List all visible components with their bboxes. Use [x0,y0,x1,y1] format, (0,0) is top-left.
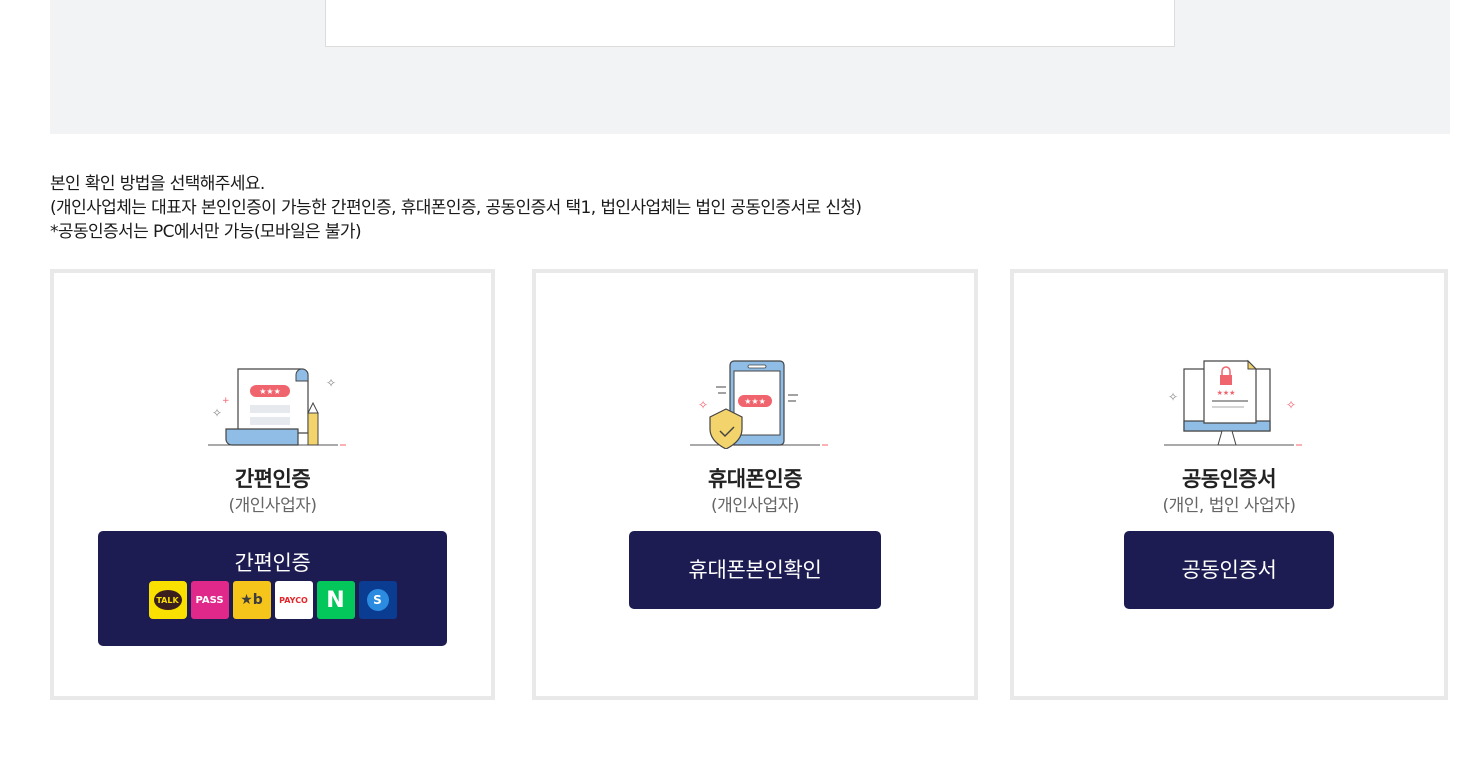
kakaotalk-logo-icon: TALK [148,581,187,619]
card-title: 간편인증 [234,467,311,491]
top-inner-box [325,0,1175,47]
card-certificate-auth: ★★★ ✧ ✧ 공동인증서 (개인, 법인 사업자) 공동인증서 [1010,269,1448,700]
certificate-auth-button[interactable]: 공동인증서 [1124,531,1334,609]
card-phone-auth: ★★★ ✧ 휴대폰인증 (개인사업자) 휴대폰본인확인 [532,269,978,700]
svg-text:✧: ✧ [1168,390,1178,404]
auth-notice: 본인 확인 방법을 선택해주세요. (개인사업체는 대표자 본인인증이 가능한 … [50,172,862,244]
simple-auth-button-label: 간편인증 [234,551,311,575]
simple-auth-button[interactable]: 간편인증 TALK PASS ★b PAYCO N S [98,531,447,646]
phone-auth-button[interactable]: 휴대폰본인확인 [629,531,881,609]
certificate-auth-button-label: 공동인증서 [1181,558,1277,582]
svg-text:+: + [222,396,230,406]
card-title: 공동인증서 [1181,467,1277,491]
card-subtitle: (개인, 법인 사업자) [1162,496,1296,516]
svg-text:★★★: ★★★ [259,387,281,396]
card-subtitle: (개인사업자) [228,496,317,516]
auth-provider-logos: TALK PASS ★b PAYCO N S [98,581,447,619]
svg-text:✧: ✧ [212,406,222,420]
phone-auth-button-label: 휴대폰본인확인 [688,558,822,582]
notice-line-1: 본인 확인 방법을 선택해주세요. [50,174,265,194]
top-panel [50,0,1450,134]
phone-shield-icon: ★★★ ✧ [690,360,828,449]
document-pencil-icon: ★★★ ✧ ✧ + [207,368,346,446]
card-title: 휴대폰인증 [707,467,803,491]
svg-text:✧: ✧ [326,376,336,390]
monitor-certificate-icon: ★★★ ✧ ✧ [1164,359,1302,446]
pass-logo-icon: PASS [190,581,229,619]
shinhan-logo-icon: S [358,581,397,619]
notice-line-3: *공동인증서는 PC에서만 가능(모바일은 불가) [50,222,362,242]
svg-text:✧: ✧ [698,398,708,412]
payco-logo-icon: PAYCO [274,581,313,619]
kb-logo-icon: ★b [232,581,271,619]
card-subtitle: (개인사업자) [711,496,799,516]
notice-line-2: (개인사업체는 대표자 본인인증이 가능한 간편인증, 휴대폰인증, 공동인증서… [50,198,862,218]
card-simple-auth: ★★★ ✧ ✧ + 간편인증 (개인사업자) 간편인증 TALK PASS ★b… [50,269,495,700]
svg-text:✧: ✧ [1286,398,1296,412]
svg-text:★★★: ★★★ [744,397,766,406]
svg-text:★★★: ★★★ [1217,389,1236,397]
naver-logo-icon: N [316,581,355,619]
